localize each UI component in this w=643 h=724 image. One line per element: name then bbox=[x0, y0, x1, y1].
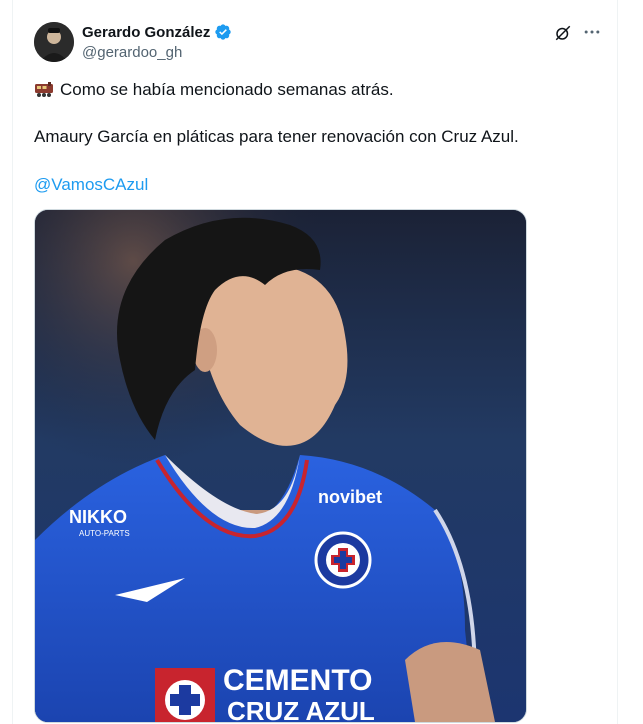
tweet-line-1-text: Como se había mencionado semanas atrás. bbox=[60, 80, 394, 99]
jersey-brand-subtext: AUTO-PARTS bbox=[79, 529, 130, 538]
jersey-front-text-2: CRUZ AZUL bbox=[227, 696, 375, 722]
jersey-sponsor-text: novibet bbox=[318, 487, 382, 507]
author-handle[interactable]: @gerardoo_gh bbox=[82, 44, 182, 61]
jersey-brand-text: NIKKO bbox=[69, 507, 127, 527]
jersey-front-text-1: CEMENTO bbox=[223, 664, 372, 697]
tweet-photo[interactable]: NIKKO AUTO-PARTS novibet CEMENTO CRUZ AZ… bbox=[34, 209, 527, 723]
author-display-name[interactable]: Gerardo González bbox=[82, 24, 210, 41]
verified-badge-icon bbox=[214, 23, 232, 41]
author-name-row[interactable]: Gerardo González bbox=[82, 23, 232, 41]
mention-link[interactable]: @VamosCAzul bbox=[34, 174, 148, 196]
tweet-text-line-1: Como se había mencionado semanas atrás. bbox=[34, 79, 394, 101]
tweet-text-line-2: Amaury García en pláticas para tener ren… bbox=[34, 127, 519, 146]
tweet-card: Gerardo González @gerardoo_gh Como se ha… bbox=[12, 0, 618, 724]
more-options-icon[interactable] bbox=[582, 22, 602, 42]
grok-icon[interactable] bbox=[554, 24, 572, 42]
avatar[interactable] bbox=[34, 22, 74, 62]
train-emoji-icon bbox=[34, 80, 54, 98]
